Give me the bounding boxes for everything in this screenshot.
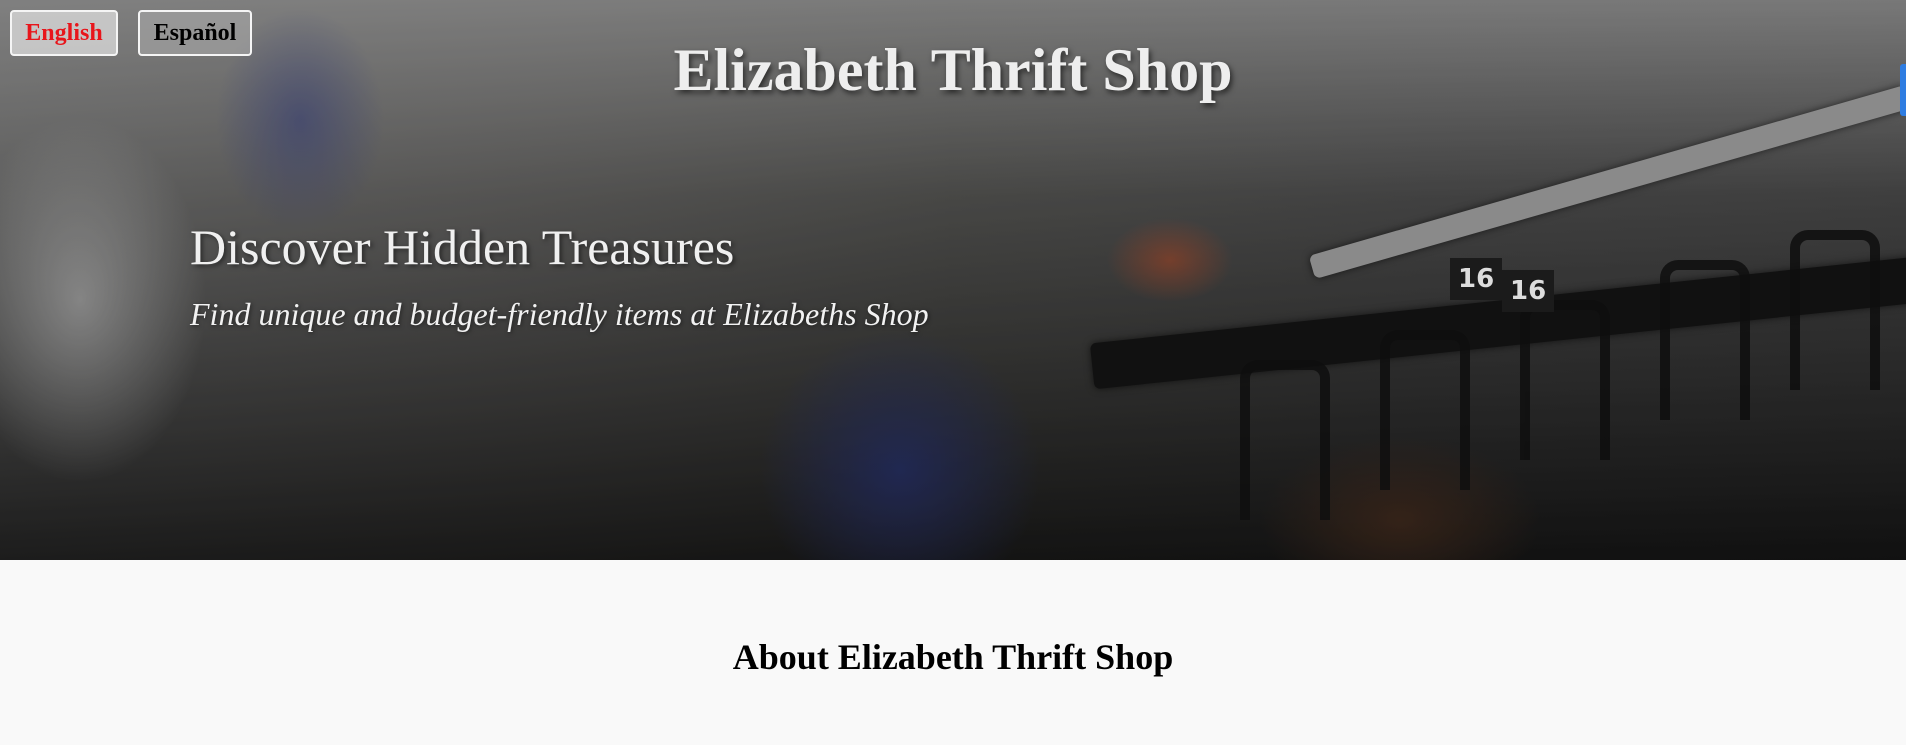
- hanger-graphic: [1380, 330, 1470, 490]
- hanger-graphic: [1660, 260, 1750, 420]
- hanger-graphic: [1520, 300, 1610, 460]
- hero-heading: Discover Hidden Treasures: [190, 219, 735, 275]
- site-title: Elizabeth Thrift Shop: [673, 37, 1233, 103]
- about-heading: About Elizabeth Thrift Shop: [732, 637, 1174, 677]
- hero-subheading: Find unique and budget-friendly items at…: [190, 296, 929, 332]
- size-tag: 16: [1450, 258, 1503, 300]
- hanger-graphic: [1240, 360, 1330, 520]
- size-tag: 16: [1502, 270, 1555, 312]
- hanger-graphic: [1790, 230, 1880, 390]
